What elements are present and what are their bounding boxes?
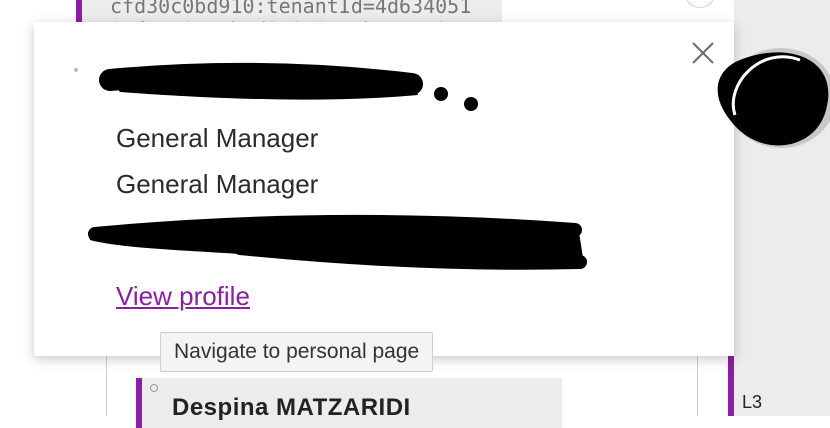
redaction-dot-2: [464, 97, 478, 111]
redaction-dot-1: [434, 87, 448, 101]
tooltip: Navigate to personal page: [160, 332, 434, 372]
